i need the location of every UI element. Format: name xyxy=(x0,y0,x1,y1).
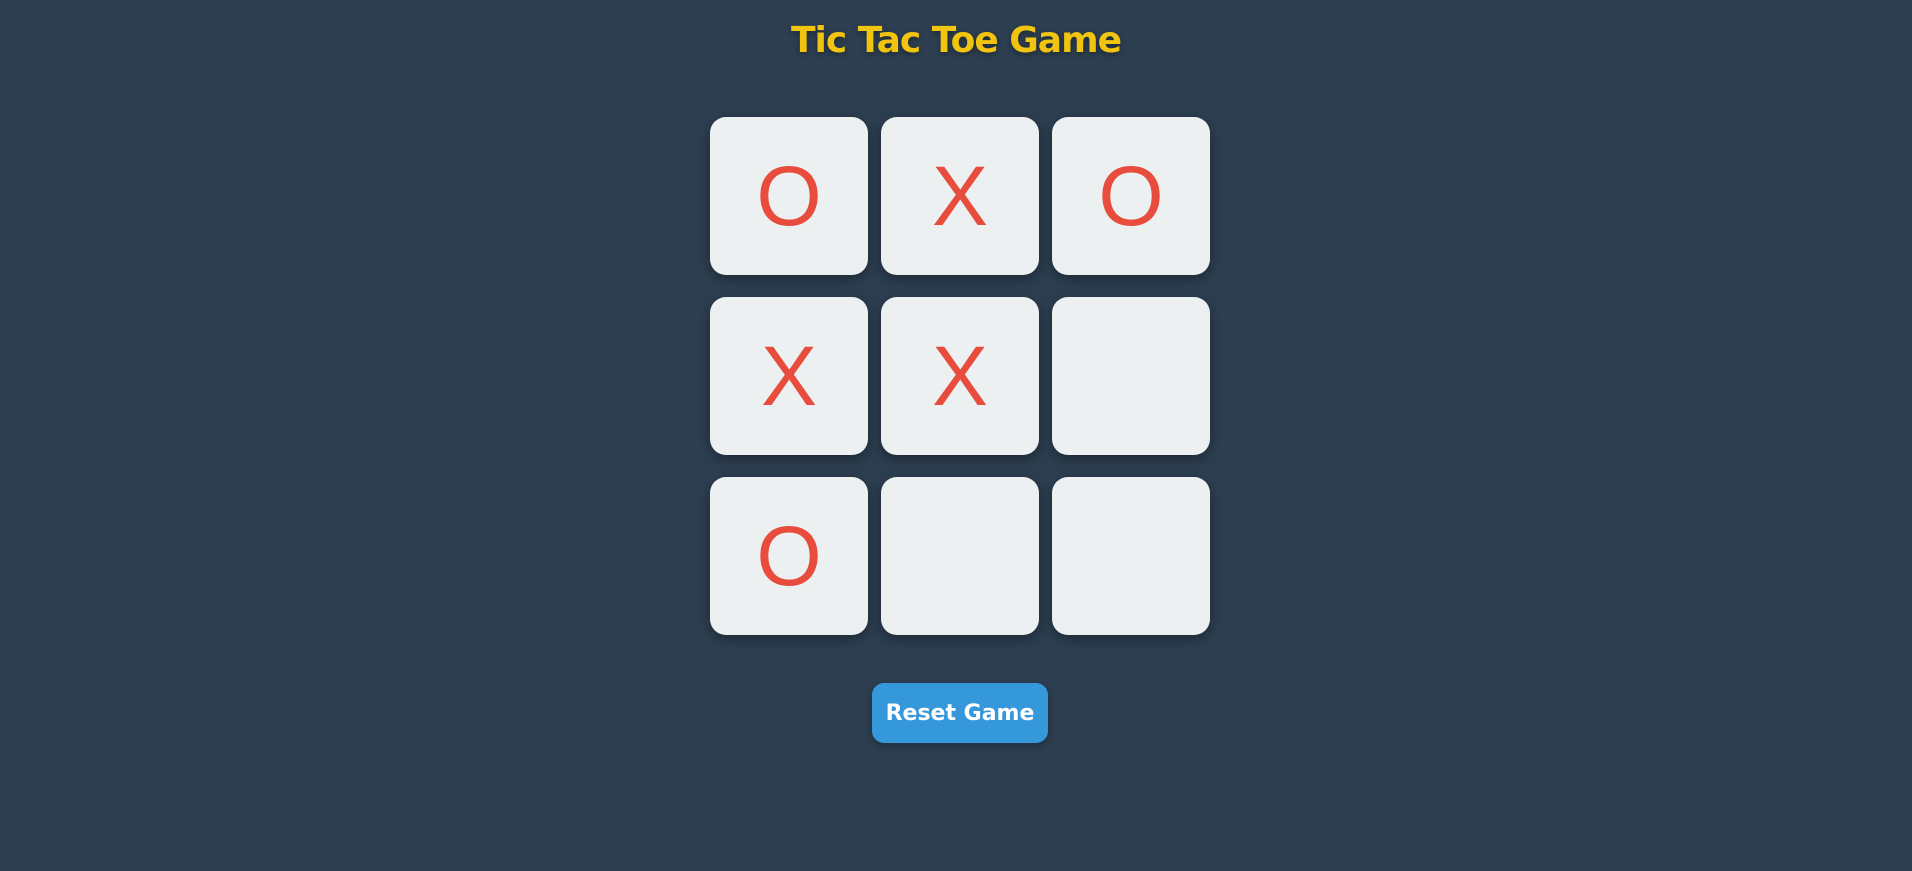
board-cell-8[interactable] xyxy=(881,477,1039,635)
board-cell-1[interactable]: O xyxy=(710,117,868,275)
game-board: O X O X X O xyxy=(710,117,1210,635)
board-cell-7[interactable]: O xyxy=(710,477,868,635)
board-cell-9[interactable] xyxy=(1052,477,1210,635)
board-cell-2[interactable]: X xyxy=(881,117,1039,275)
board-cell-6[interactable] xyxy=(1052,297,1210,455)
page-title: Tic Tac Toe Game xyxy=(790,20,1122,61)
reset-game-button[interactable]: Reset Game xyxy=(872,683,1048,743)
board-cell-5[interactable]: X xyxy=(881,297,1039,455)
board-cell-3[interactable]: O xyxy=(1052,117,1210,275)
board-cell-4[interactable]: X xyxy=(710,297,868,455)
